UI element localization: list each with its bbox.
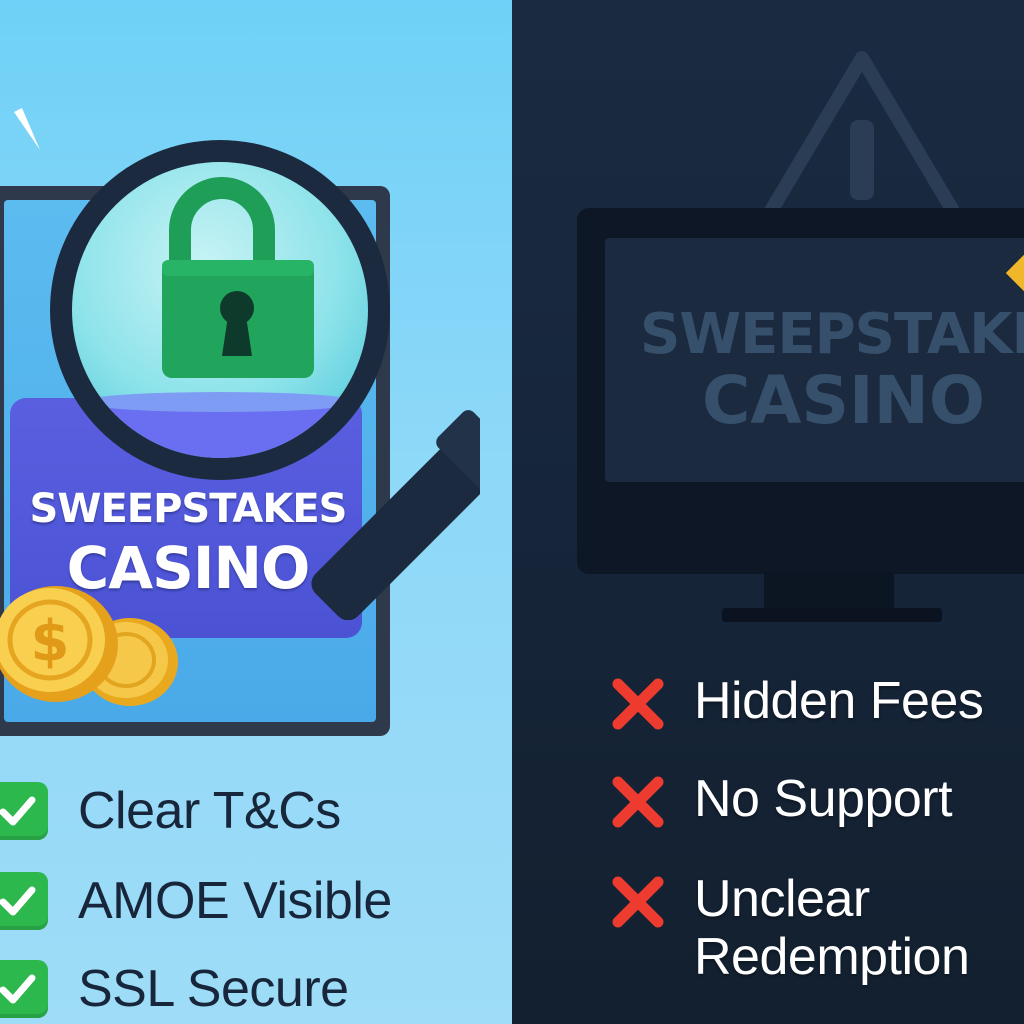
left-panel-trustworthy: SWEEPSTAKES CASINO $ Clear T&Cs AMOE Vis… <box>0 0 512 1024</box>
problem-label: No Support <box>694 770 953 828</box>
checkmark-icon <box>0 782 48 840</box>
problem-item-hidden-fees: Hidden Fees <box>608 672 984 734</box>
monitor-stand-base <box>722 608 942 622</box>
checklist-item-ssl-secure: SSL Secure <box>0 954 349 1024</box>
right-panel-untrustworthy: SWEEPSTAKES CASINO Hidden Fees No Suppor… <box>512 0 1024 1024</box>
problem-item-unclear-redemption: Unclear Redemption <box>608 870 970 986</box>
warning-triangle-icon <box>757 51 967 220</box>
problem-label: Hidden Fees <box>694 672 984 730</box>
monitor-title-line1: SWEEPSTAKES <box>640 302 1024 367</box>
checklist-item-amoe-visible: AMOE Visible <box>0 866 392 936</box>
sparkle-icon <box>14 108 40 150</box>
checklist-item-clear-tcs: Clear T&Cs <box>0 776 341 846</box>
checklist-label: SSL Secure <box>78 960 349 1018</box>
checklist-label: Clear T&Cs <box>78 782 341 840</box>
x-mark-icon <box>612 876 664 928</box>
x-mark-icon <box>612 776 664 828</box>
monitor-stand <box>764 572 894 612</box>
x-mark-icon <box>612 678 664 730</box>
checkmark-icon <box>0 872 48 930</box>
problem-label: Unclear Redemption <box>694 870 970 986</box>
checkmark-icon <box>0 960 48 1018</box>
problem-item-no-support: No Support <box>608 770 953 832</box>
monitor-title-line2: CASINO <box>702 362 985 439</box>
checklist-label: AMOE Visible <box>78 872 392 930</box>
magnifying-glass-icon <box>50 140 480 620</box>
